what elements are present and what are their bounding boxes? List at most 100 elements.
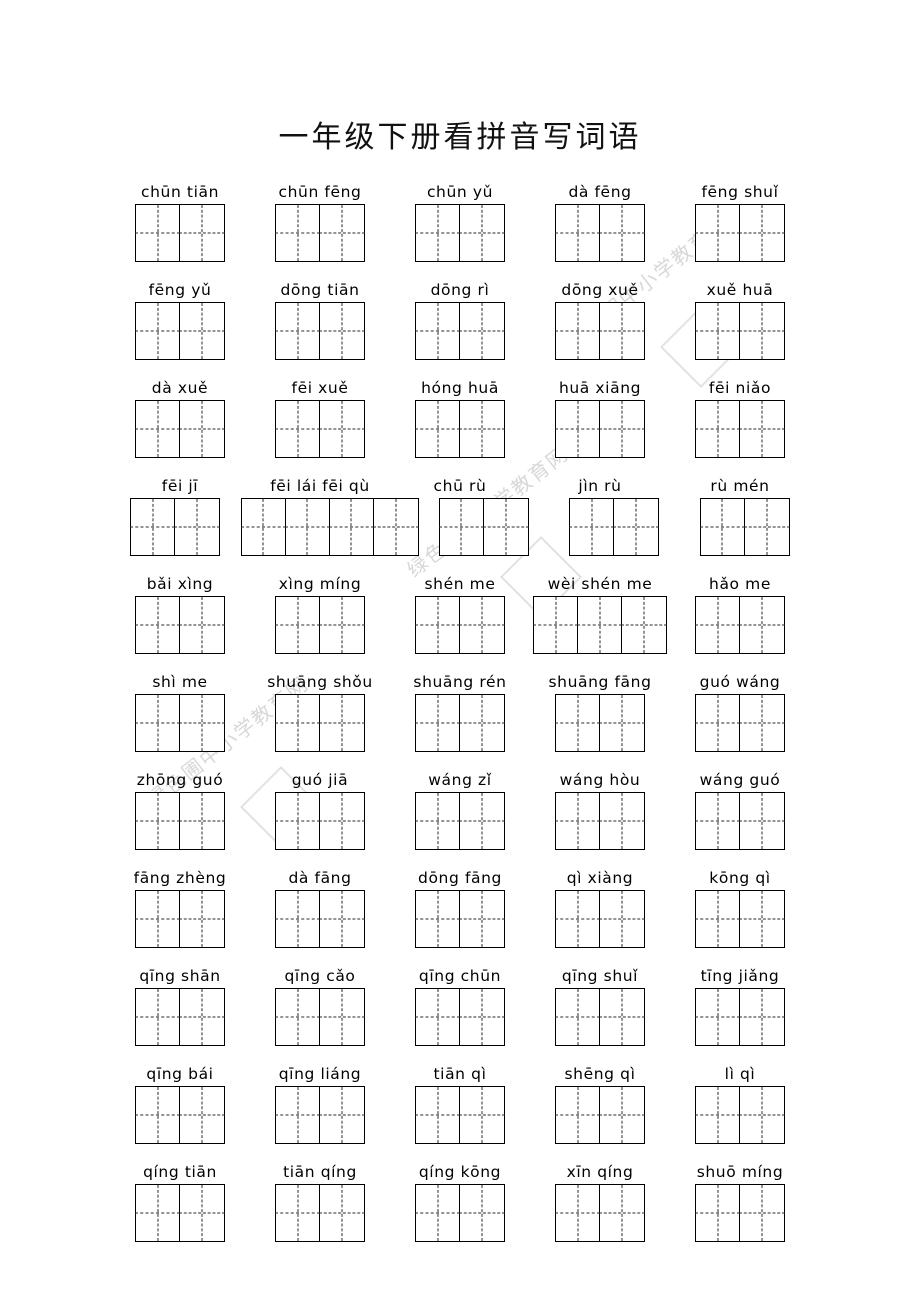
tianzige-cell[interactable] bbox=[578, 597, 622, 653]
tianzige-cell[interactable] bbox=[534, 597, 578, 653]
tianzige-cell[interactable] bbox=[136, 303, 180, 359]
tianzige-cell[interactable] bbox=[416, 891, 460, 947]
tianzige-grid[interactable] bbox=[569, 498, 660, 556]
tianzige-cell[interactable] bbox=[570, 499, 615, 555]
tianzige-cell[interactable] bbox=[175, 499, 219, 555]
tianzige-cell[interactable] bbox=[180, 205, 224, 261]
tianzige-cell[interactable] bbox=[556, 891, 600, 947]
tianzige-cell[interactable] bbox=[740, 597, 784, 653]
tianzige-cell[interactable] bbox=[460, 695, 504, 751]
tianzige-cell[interactable] bbox=[696, 597, 740, 653]
tianzige-cell[interactable] bbox=[600, 1185, 644, 1241]
tianzige-cell[interactable] bbox=[180, 891, 224, 947]
tianzige-grid[interactable] bbox=[695, 890, 785, 948]
tianzige-cell[interactable] bbox=[320, 1087, 364, 1143]
tianzige-cell[interactable] bbox=[136, 1185, 180, 1241]
tianzige-cell[interactable] bbox=[556, 303, 600, 359]
tianzige-grid[interactable] bbox=[275, 596, 365, 654]
tianzige-cell[interactable] bbox=[374, 499, 418, 555]
tianzige-cell[interactable] bbox=[320, 989, 364, 1045]
tianzige-grid[interactable] bbox=[135, 204, 225, 262]
tianzige-grid[interactable] bbox=[135, 596, 225, 654]
tianzige-grid[interactable] bbox=[275, 1184, 365, 1242]
tianzige-cell[interactable] bbox=[180, 989, 224, 1045]
tianzige-cell[interactable] bbox=[276, 303, 320, 359]
tianzige-grid[interactable] bbox=[555, 302, 645, 360]
tianzige-cell[interactable] bbox=[242, 499, 286, 555]
tianzige-grid[interactable] bbox=[135, 694, 225, 752]
tianzige-grid[interactable] bbox=[695, 694, 785, 752]
tianzige-cell[interactable] bbox=[740, 793, 784, 849]
tianzige-cell[interactable] bbox=[740, 891, 784, 947]
tianzige-grid[interactable] bbox=[695, 400, 785, 458]
tianzige-cell[interactable] bbox=[320, 205, 364, 261]
tianzige-cell[interactable] bbox=[136, 989, 180, 1045]
tianzige-cell[interactable] bbox=[696, 401, 740, 457]
tianzige-grid[interactable] bbox=[415, 596, 505, 654]
tianzige-cell[interactable] bbox=[600, 793, 644, 849]
tianzige-cell[interactable] bbox=[180, 597, 224, 653]
tianzige-cell[interactable] bbox=[484, 499, 528, 555]
tianzige-cell[interactable] bbox=[136, 695, 180, 751]
tianzige-cell[interactable] bbox=[460, 891, 504, 947]
tianzige-cell[interactable] bbox=[180, 695, 224, 751]
tianzige-grid[interactable] bbox=[438, 498, 529, 556]
tianzige-grid[interactable] bbox=[555, 694, 645, 752]
tianzige-cell[interactable] bbox=[696, 205, 740, 261]
tianzige-cell[interactable] bbox=[276, 793, 320, 849]
tianzige-cell[interactable] bbox=[556, 401, 600, 457]
tianzige-cell[interactable] bbox=[600, 891, 644, 947]
tianzige-grid[interactable] bbox=[415, 204, 505, 262]
tianzige-cell[interactable] bbox=[416, 1087, 460, 1143]
tianzige-grid[interactable] bbox=[555, 988, 645, 1046]
tianzige-grid[interactable] bbox=[415, 400, 505, 458]
tianzige-cell[interactable] bbox=[600, 989, 644, 1045]
tianzige-cell[interactable] bbox=[460, 1185, 504, 1241]
tianzige-cell[interactable] bbox=[320, 597, 364, 653]
tianzige-cell[interactable] bbox=[286, 499, 330, 555]
tianzige-grid[interactable] bbox=[135, 1184, 225, 1242]
tianzige-cell[interactable] bbox=[416, 401, 460, 457]
tianzige-grid[interactable] bbox=[415, 792, 505, 850]
tianzige-cell[interactable] bbox=[460, 1087, 504, 1143]
tianzige-cell[interactable] bbox=[136, 891, 180, 947]
tianzige-cell[interactable] bbox=[460, 303, 504, 359]
tianzige-grid[interactable] bbox=[695, 596, 785, 654]
tianzige-cell[interactable] bbox=[136, 401, 180, 457]
tianzige-cell[interactable] bbox=[600, 205, 644, 261]
tianzige-cell[interactable] bbox=[416, 303, 460, 359]
tianzige-grid[interactable] bbox=[135, 890, 225, 948]
tianzige-cell[interactable] bbox=[740, 1185, 784, 1241]
tianzige-cell[interactable] bbox=[276, 1185, 320, 1241]
tianzige-cell[interactable] bbox=[696, 1185, 740, 1241]
tianzige-cell[interactable] bbox=[136, 597, 180, 653]
tianzige-grid[interactable] bbox=[415, 890, 505, 948]
tianzige-grid[interactable] bbox=[135, 1086, 225, 1144]
tianzige-cell[interactable] bbox=[416, 989, 460, 1045]
tianzige-cell[interactable] bbox=[416, 597, 460, 653]
tianzige-cell[interactable] bbox=[556, 989, 600, 1045]
tianzige-cell[interactable] bbox=[600, 401, 644, 457]
tianzige-cell[interactable] bbox=[276, 401, 320, 457]
tianzige-grid[interactable] bbox=[275, 400, 365, 458]
tianzige-grid[interactable] bbox=[415, 694, 505, 752]
tianzige-grid[interactable] bbox=[275, 694, 365, 752]
tianzige-cell[interactable] bbox=[276, 695, 320, 751]
tianzige-cell[interactable] bbox=[460, 989, 504, 1045]
tianzige-grid[interactable] bbox=[695, 1184, 785, 1242]
tianzige-cell[interactable] bbox=[460, 793, 504, 849]
tianzige-cell[interactable] bbox=[600, 1087, 644, 1143]
tianzige-cell[interactable] bbox=[745, 499, 789, 555]
tianzige-cell[interactable] bbox=[556, 1185, 600, 1241]
tianzige-cell[interactable] bbox=[600, 695, 644, 751]
tianzige-cell[interactable] bbox=[460, 205, 504, 261]
tianzige-cell[interactable] bbox=[180, 401, 224, 457]
tianzige-cell[interactable] bbox=[276, 891, 320, 947]
tianzige-grid[interactable] bbox=[555, 204, 645, 262]
tianzige-cell[interactable] bbox=[614, 499, 658, 555]
tianzige-cell[interactable] bbox=[276, 989, 320, 1045]
tianzige-grid[interactable] bbox=[695, 204, 785, 262]
tianzige-cell[interactable] bbox=[180, 1185, 224, 1241]
tianzige-grid[interactable] bbox=[135, 792, 225, 850]
tianzige-cell[interactable] bbox=[696, 793, 740, 849]
